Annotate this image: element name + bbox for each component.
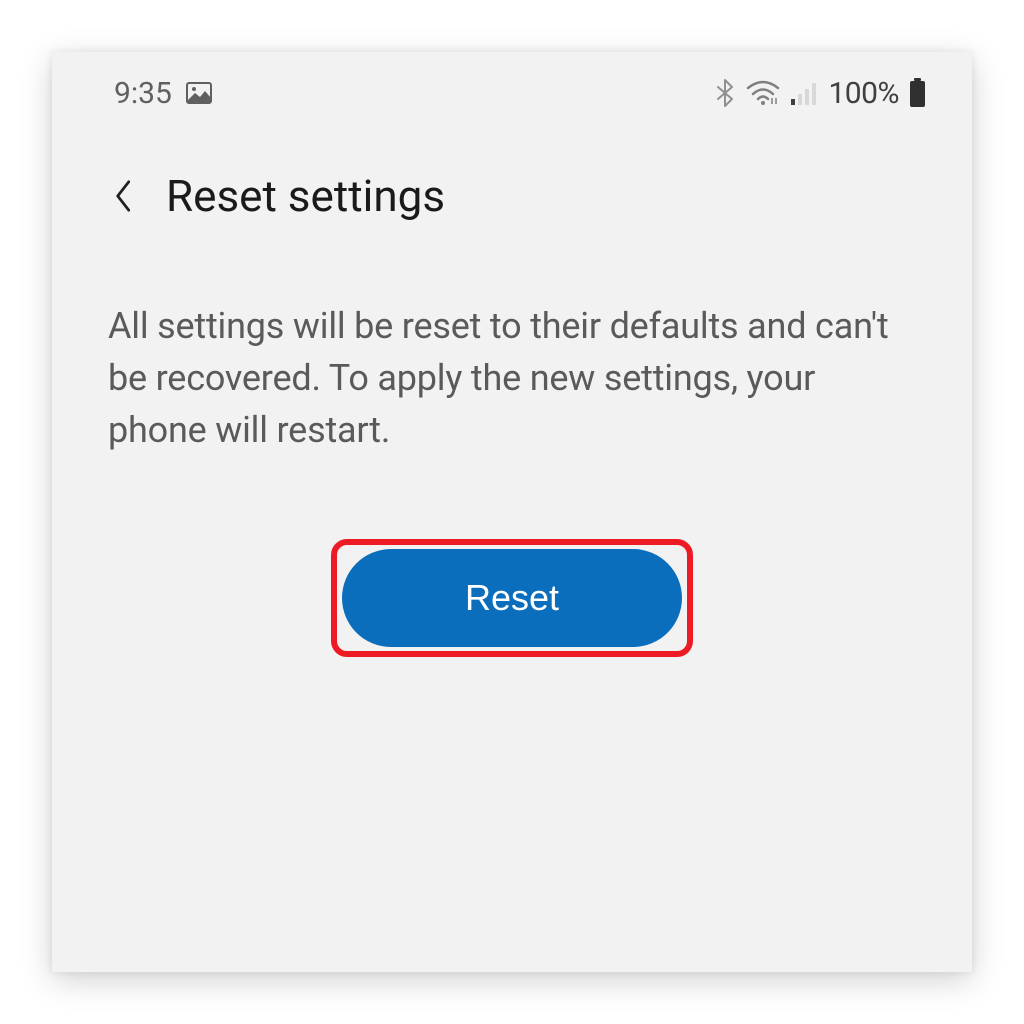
page-header: Reset settings [52,122,972,242]
button-container: Reset [52,539,972,657]
bluetooth-icon [714,78,736,108]
picture-icon [186,82,212,104]
reset-button[interactable]: Reset [342,549,682,647]
cellular-signal-icon [790,81,818,105]
status-left: 9:35 [114,76,212,111]
battery-percent: 100% [828,76,899,111]
description-text: All settings will be reset to their defa… [52,242,972,457]
status-time: 9:35 [114,76,172,111]
phone-screen: 9:35 [52,52,972,972]
back-icon[interactable] [110,174,138,218]
status-right: 100% [714,76,926,111]
wifi-icon [746,80,780,106]
annotation-highlight: Reset [331,539,693,657]
page-title: Reset settings [166,170,445,222]
status-bar: 9:35 [52,52,972,122]
battery-icon [909,78,926,108]
